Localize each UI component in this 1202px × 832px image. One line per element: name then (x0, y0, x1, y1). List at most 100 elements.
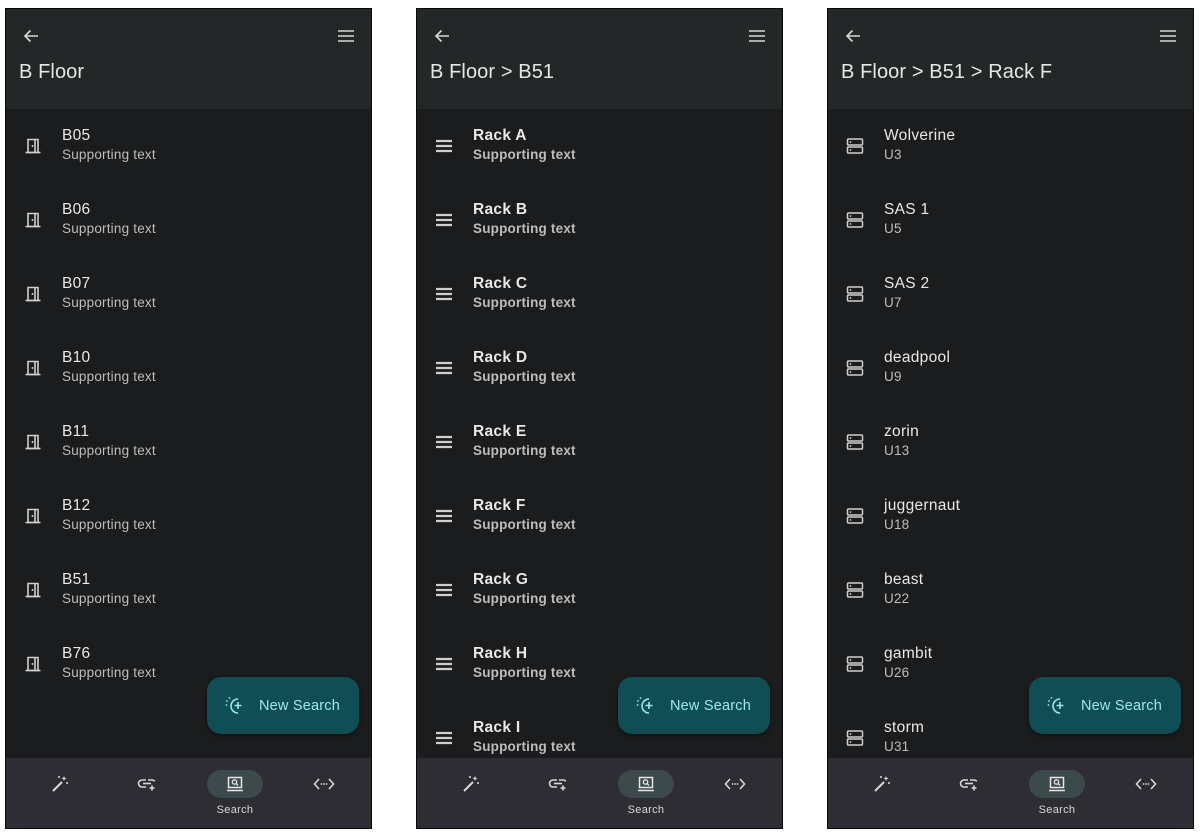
list-item-text: SAS 1 U5 (884, 200, 929, 237)
list-item[interactable]: B10 Supporting text (6, 331, 371, 405)
list-item-title: storm (884, 719, 925, 736)
back-button[interactable] (429, 25, 455, 51)
list-item-supporting-text: Supporting text (473, 295, 576, 310)
list-item-supporting-text: Supporting text (62, 295, 156, 310)
nav-item-link-add[interactable] (513, 758, 603, 828)
screen-rack-f: B Floor > B51 > Rack F Wolverine U3 SAS 1 U5… (827, 8, 1194, 829)
list-item-title: B06 (62, 201, 91, 218)
page-title: B Floor (19, 61, 85, 83)
list-item[interactable]: Rack A Supporting text (417, 109, 782, 183)
nav-item-search-window[interactable]: Search (601, 758, 691, 828)
list-item[interactable]: Rack B Supporting text (417, 183, 782, 257)
door-icon (22, 357, 44, 379)
list-item-supporting-text: Supporting text (473, 147, 576, 162)
list-item-title: Wolverine (884, 127, 956, 144)
door-icon (22, 209, 44, 231)
list-item[interactable]: Rack C Supporting text (417, 257, 782, 331)
list-item-supporting-text: U13 (884, 443, 910, 458)
list-item-supporting-text: U31 (884, 739, 910, 754)
list-item[interactable]: deadpool U9 (828, 331, 1193, 405)
new-search-fab[interactable]: New Search (618, 677, 770, 734)
list-item[interactable]: B11 Supporting text (6, 405, 371, 479)
list-item[interactable]: Rack D Supporting text (417, 331, 782, 405)
list-item[interactable]: juggernaut U18 (828, 479, 1193, 553)
list-item-supporting-text: U5 (884, 221, 902, 236)
server-icon (844, 431, 866, 453)
nav-item-link-add[interactable] (102, 758, 192, 828)
list-item-title: Rack I (473, 719, 521, 736)
hamburger-menu-icon (748, 29, 766, 48)
list-item-supporting-text: U18 (884, 517, 910, 532)
server-icon (844, 579, 866, 601)
list-item[interactable]: B12 Supporting text (6, 479, 371, 553)
magic-search-icon (635, 695, 657, 717)
list-item[interactable]: B07 Supporting text (6, 257, 371, 331)
nav-item-code-arrows[interactable] (1101, 758, 1191, 828)
list-item[interactable]: SAS 2 U7 (828, 257, 1193, 331)
list-item-text: Wolverine U3 (884, 126, 955, 163)
list-item[interactable]: B05 Supporting text (6, 109, 371, 183)
rack-lines-icon (433, 431, 455, 453)
nav-item-label: Search (216, 804, 254, 816)
list-item-supporting-text: Supporting text (473, 369, 576, 384)
nav-item-code-arrows[interactable] (279, 758, 369, 828)
list-item[interactable]: Rack E Supporting text (417, 405, 782, 479)
list-item-title: SAS 2 (884, 275, 930, 292)
list-item-text: B06 Supporting text (62, 200, 156, 237)
list-item-title: Rack C (473, 275, 528, 292)
link-add-icon (530, 770, 586, 798)
list-item[interactable]: B51 Supporting text (6, 553, 371, 627)
nav-item-link-add[interactable] (924, 758, 1014, 828)
nav-item-magic-wand[interactable] (426, 758, 516, 828)
item-list: Wolverine U3 SAS 1 U5 SAS 2 U7 deadpool U9 zorin… (828, 109, 1193, 775)
list-item-supporting-text: Supporting text (62, 147, 156, 162)
page-title: B Floor > B51 > Rack F (841, 61, 1053, 83)
list-item-title: Rack D (473, 349, 528, 366)
menu-button[interactable] (744, 25, 770, 51)
rack-lines-icon (433, 579, 455, 601)
menu-button[interactable] (333, 25, 359, 51)
list-item-supporting-text: Supporting text (473, 221, 576, 236)
fab-label: New Search (259, 697, 340, 714)
magic-wand-icon (443, 770, 499, 798)
menu-button[interactable] (1155, 25, 1181, 51)
nav-item-magic-wand[interactable] (837, 758, 927, 828)
list-item-text: B51 Supporting text (62, 570, 156, 607)
page-title: B Floor > B51 (430, 61, 555, 83)
door-icon (22, 579, 44, 601)
nav-item-search-window[interactable]: Search (190, 758, 280, 828)
new-search-fab[interactable]: New Search (1029, 677, 1181, 734)
list-item-text: juggernaut U18 (884, 496, 960, 533)
nav-item-code-arrows[interactable] (690, 758, 780, 828)
list-item[interactable]: SAS 1 U5 (828, 183, 1193, 257)
list-item[interactable]: Rack F Supporting text (417, 479, 782, 553)
back-button[interactable] (18, 25, 44, 51)
magic-wand-icon (32, 770, 88, 798)
code-arrows-icon (1118, 770, 1174, 798)
new-search-fab[interactable]: New Search (207, 677, 359, 734)
list-item[interactable]: B06 Supporting text (6, 183, 371, 257)
list-item-supporting-text: U7 (884, 295, 902, 310)
list-item-title: Rack B (473, 201, 528, 218)
list-item[interactable]: Wolverine U3 (828, 109, 1193, 183)
search-window-icon (1029, 770, 1085, 798)
back-button[interactable] (840, 25, 866, 51)
list-item-text: deadpool U9 (884, 348, 950, 385)
list-item-title: Rack F (473, 497, 526, 514)
list-item-text: Rack H Supporting text (473, 644, 576, 681)
list-item-title: B51 (62, 571, 91, 588)
list-item-text: Rack A Supporting text (473, 126, 576, 163)
list-item[interactable]: beast U22 (828, 553, 1193, 627)
rack-lines-icon (433, 135, 455, 157)
nav-item-magic-wand[interactable] (15, 758, 105, 828)
list-item-text: Rack E Supporting text (473, 422, 576, 459)
rack-lines-icon (433, 505, 455, 527)
list-item-text: beast U22 (884, 570, 923, 607)
list-item-supporting-text: U22 (884, 591, 910, 606)
list-item-title: B76 (62, 645, 91, 662)
nav-item-search-window[interactable]: Search (1012, 758, 1102, 828)
list-item[interactable]: Rack G Supporting text (417, 553, 782, 627)
item-list: B05 Supporting text B06 Supporting text B07 S… (6, 109, 371, 701)
list-item[interactable]: zorin U13 (828, 405, 1193, 479)
list-item-text: B11 Supporting text (62, 422, 156, 459)
